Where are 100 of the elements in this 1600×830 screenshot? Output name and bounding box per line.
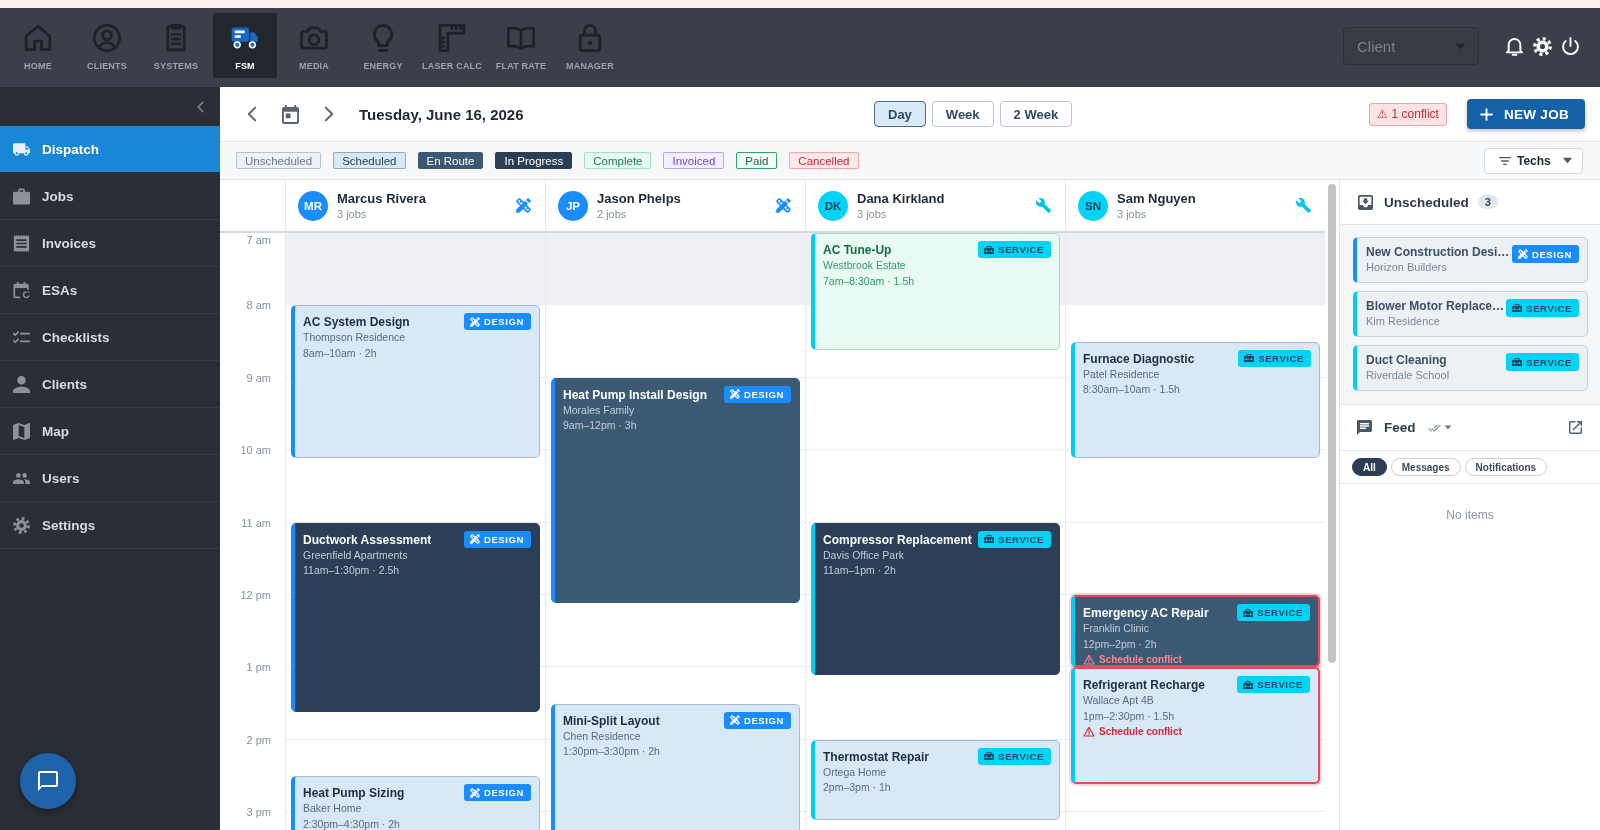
nav-tab[interactable]: LASER CALC [420,13,484,78]
job-type-label: DESIGN [743,714,784,726]
job-client: Horizon Builders [1366,260,1447,275]
hour-label: 12 pm [240,588,271,602]
receipt-icon [13,234,30,252]
job-title: Blower Motor Replace… [1366,298,1505,314]
tech-name: Sam Nguyen [1117,191,1196,206]
techs-filter-dropdown[interactable]: Techs [1484,147,1583,174]
job-card[interactable]: Thermostat Repair SERVICE Ortega Home 2pm–3pm · 1h [811,739,1060,821]
read-status-dropdown[interactable] [1427,423,1452,432]
pencil-ruler-icon [469,534,480,545]
job-type-label: DESIGN [483,787,524,798]
job-time: 12pm–2pm · 2h [1083,636,1157,652]
feed-filter-tab[interactable]: All [1352,458,1387,476]
nav-tab[interactable]: ENERGY [351,13,415,78]
chat-button[interactable] [20,753,76,809]
nav-tab[interactable]: MEDIA [282,13,346,78]
nav-tab[interactable]: HOME [6,13,70,78]
job-card[interactable]: Heat Pump Install Design DESIGN Morales Family 9am–12pm · 3h [551,377,800,603]
job-client: Westbrook Estate [823,258,906,273]
previous-day-icon[interactable] [247,106,257,122]
job-count: 3 jobs [337,208,367,220]
job-type-label: DESIGN [1531,248,1572,260]
job-client: Baker Home [303,801,362,816]
job-card[interactable]: Ductwork Assessment DESIGN Greenfield Apartments 11am–1:30pm · 2.5h [291,522,540,712]
job-card[interactable]: Compressor Replacement SERVICE Davis Office Park 11am–1pm · 2h [811,522,1060,676]
job-type-label: DESIGN [743,388,784,400]
view-tab[interactable]: Week [931,101,994,127]
job-card[interactable]: Refrigerant Recharge SERVICE Wallace Apt 4B 1pm–2:30pm · 1.5h Schedule conflict [1071,667,1320,784]
nav-tab[interactable]: CLIENTS [75,13,139,78]
sidebar-item[interactable]: Jobs [0,173,220,220]
hour-label: 8 am [246,298,271,313]
job-title: Duct Cleaning [1366,352,1447,368]
view-tab[interactable]: Day [874,101,926,127]
hour-label: 10 am [240,443,271,458]
person-circle-icon [93,24,121,52]
job-time: 1:30pm–3:30pm · 2h [563,744,660,760]
hour-label: 2 pm [246,732,271,747]
feed-filter-tab[interactable]: Notifications [1464,458,1548,476]
pencil-ruler-icon [776,198,791,213]
caret-down-icon [1443,425,1452,430]
job-title: Emergency AC Repair [1083,605,1209,621]
job-type-label: SERVICE [998,533,1044,545]
wrench-icon [1036,198,1051,213]
job-card[interactable]: Furnace Diagnostic SERVICE Patel Residence 8:30am–10am · 1.5h [1071,341,1320,459]
feed-filter-tab[interactable]: Messages [1390,458,1461,476]
nav-tab[interactable]: SYSTEMS [144,13,208,78]
settings-icon[interactable] [1533,36,1552,56]
tech-name: Dana Kirkland [857,191,945,206]
conflict-warning: Schedule conflict [1099,653,1182,666]
book-icon [507,24,535,52]
nav-tab[interactable]: FSM [213,13,277,78]
warning-icon [1083,654,1095,665]
job-client: Davis Office Park [823,547,904,563]
job-type-label: DESIGN [483,316,524,328]
unscheduled-job-card[interactable]: Duct Cleaning Riverdale School SERVICE [1353,345,1588,391]
job-card[interactable]: Emergency AC Repair SERVICE Franklin Clinic 12pm–2pm · 2h Schedule conflict [1071,595,1320,668]
unscheduled-job-card[interactable]: New Construction Desi… Horizon Builders DESIGN [1353,237,1588,283]
bell-icon[interactable] [1505,36,1524,56]
nav-tab[interactable]: MANAGER [558,13,622,78]
tech-name: Marcus Rivera [337,191,426,206]
unscheduled-job-card[interactable]: Blower Motor Replace… Kim Residence SERVICE [1353,291,1588,337]
sidebar-item[interactable]: Map [0,408,220,455]
nav-tab[interactable]: FLAT RATE [489,13,553,78]
new-job-button[interactable]: NEW JOB [1466,99,1585,129]
padlock-icon [576,24,604,52]
job-card[interactable]: Heat Pump Sizing DESIGN Baker Home 2:30pm–4:30pm · 2h [291,776,540,830]
job-card[interactable]: Mini-Split Layout DESIGN Chen Residence 1:30pm–3:30pm · 2h [551,703,800,830]
job-card[interactable]: AC System Design DESIGN Thompson Residence 8am–10am · 2h [291,305,540,459]
job-time: 2pm–3pm · 1h [823,780,891,796]
job-title: Mini-Split Layout [563,712,660,729]
job-client: Kim Residence [1366,314,1440,329]
current-date: Tuesday, June 16, 2026 [359,105,524,123]
calendar-icon[interactable] [282,104,299,124]
power-icon[interactable] [1561,36,1580,56]
toolbox-icon [1512,303,1523,313]
pencil-ruler-icon [469,316,480,327]
job-client: Thompson Residence [303,330,406,346]
job-title: AC System Design [303,314,410,331]
chevron-left-icon[interactable] [197,100,204,113]
job-card[interactable]: AC Tune-Up SERVICE Westbrook Estate 7am–8:30am · 1.5h [811,233,1060,350]
job-title: Refrigerant Recharge [1083,677,1206,694]
calendar-icon [13,281,30,299]
tech-avatar: JP [558,190,588,221]
conflict-indicator[interactable]: ⚠ 1 conflict [1369,102,1447,126]
job-client: Franklin Clinic [1083,621,1149,636]
external-link-icon[interactable] [1569,421,1582,434]
job-title: Heat Pump Sizing [303,785,405,801]
job-title: Heat Pump Install Design [563,386,708,403]
toolbox-icon [984,534,995,545]
job-time: 11am–1:30pm · 2.5h [303,563,400,579]
sidebar-item[interactable]: Dispatch [0,126,220,173]
next-day-icon[interactable] [324,106,334,122]
view-tab[interactable]: 2 Week [999,101,1073,127]
job-type-label: SERVICE [1257,607,1303,618]
conflict-warning: Schedule conflict [1099,725,1182,740]
scrollbar-thumb[interactable] [1328,184,1336,663]
toolbox-icon [1244,353,1255,364]
job-type-label: SERVICE [1526,356,1572,368]
warning-icon [1083,726,1095,738]
